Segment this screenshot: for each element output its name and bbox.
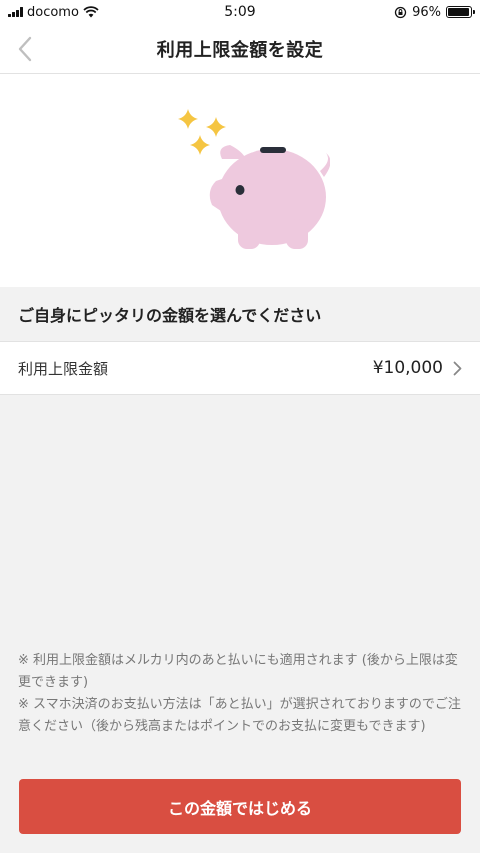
status-bar: docomo 5:09 96% <box>0 0 480 24</box>
back-button[interactable] <box>10 24 40 74</box>
navigation-bar: 利用上限金額を設定 <box>0 24 480 74</box>
pig-body <box>209 144 330 249</box>
battery-icon <box>446 6 475 18</box>
pig-eye <box>235 184 245 195</box>
chevron-left-icon <box>18 36 32 62</box>
note-limit-applies: ※ 利用上限金額はメルカリ内のあと払いにも適用されます (後から上限は変更できま… <box>18 653 458 690</box>
note-payment-method: ※ スマホ決済のお支払い方法は「あと払い」が選択されておりますのでご注意ください… <box>18 697 461 734</box>
carrier-name: docomo <box>27 4 79 20</box>
piggy-bank-icon <box>178 108 330 249</box>
battery-fill <box>448 8 470 16</box>
wifi-icon <box>83 6 99 18</box>
hero-illustration-area <box>0 74 480 287</box>
usage-limit-value-group: ¥10,000 <box>373 358 462 378</box>
notes-section: ※ 利用上限金額はメルカリ内のあと払いにも適用されます (後から上限は変更できま… <box>18 650 462 738</box>
signal-icon <box>8 7 23 17</box>
battery-percent: 96% <box>412 4 441 20</box>
usage-limit-label: 利用上限金額 <box>18 359 109 378</box>
chevron-right-icon <box>453 361 462 375</box>
start-with-amount-button[interactable]: この金額ではじめる <box>19 779 461 834</box>
status-left: docomo <box>8 5 99 20</box>
usage-limit-value: ¥10,000 <box>372 358 443 378</box>
rotation-lock-icon <box>394 6 407 18</box>
sparkle-icon <box>178 108 226 155</box>
usage-limit-row[interactable]: 利用上限金額 ¥10,000 <box>0 341 480 395</box>
status-right: 96% <box>394 4 475 20</box>
coin-slot <box>260 146 286 153</box>
section-heading: ご自身にピッタリの金額を選んでください <box>0 287 480 341</box>
page-title: 利用上限金額を設定 <box>156 39 324 61</box>
